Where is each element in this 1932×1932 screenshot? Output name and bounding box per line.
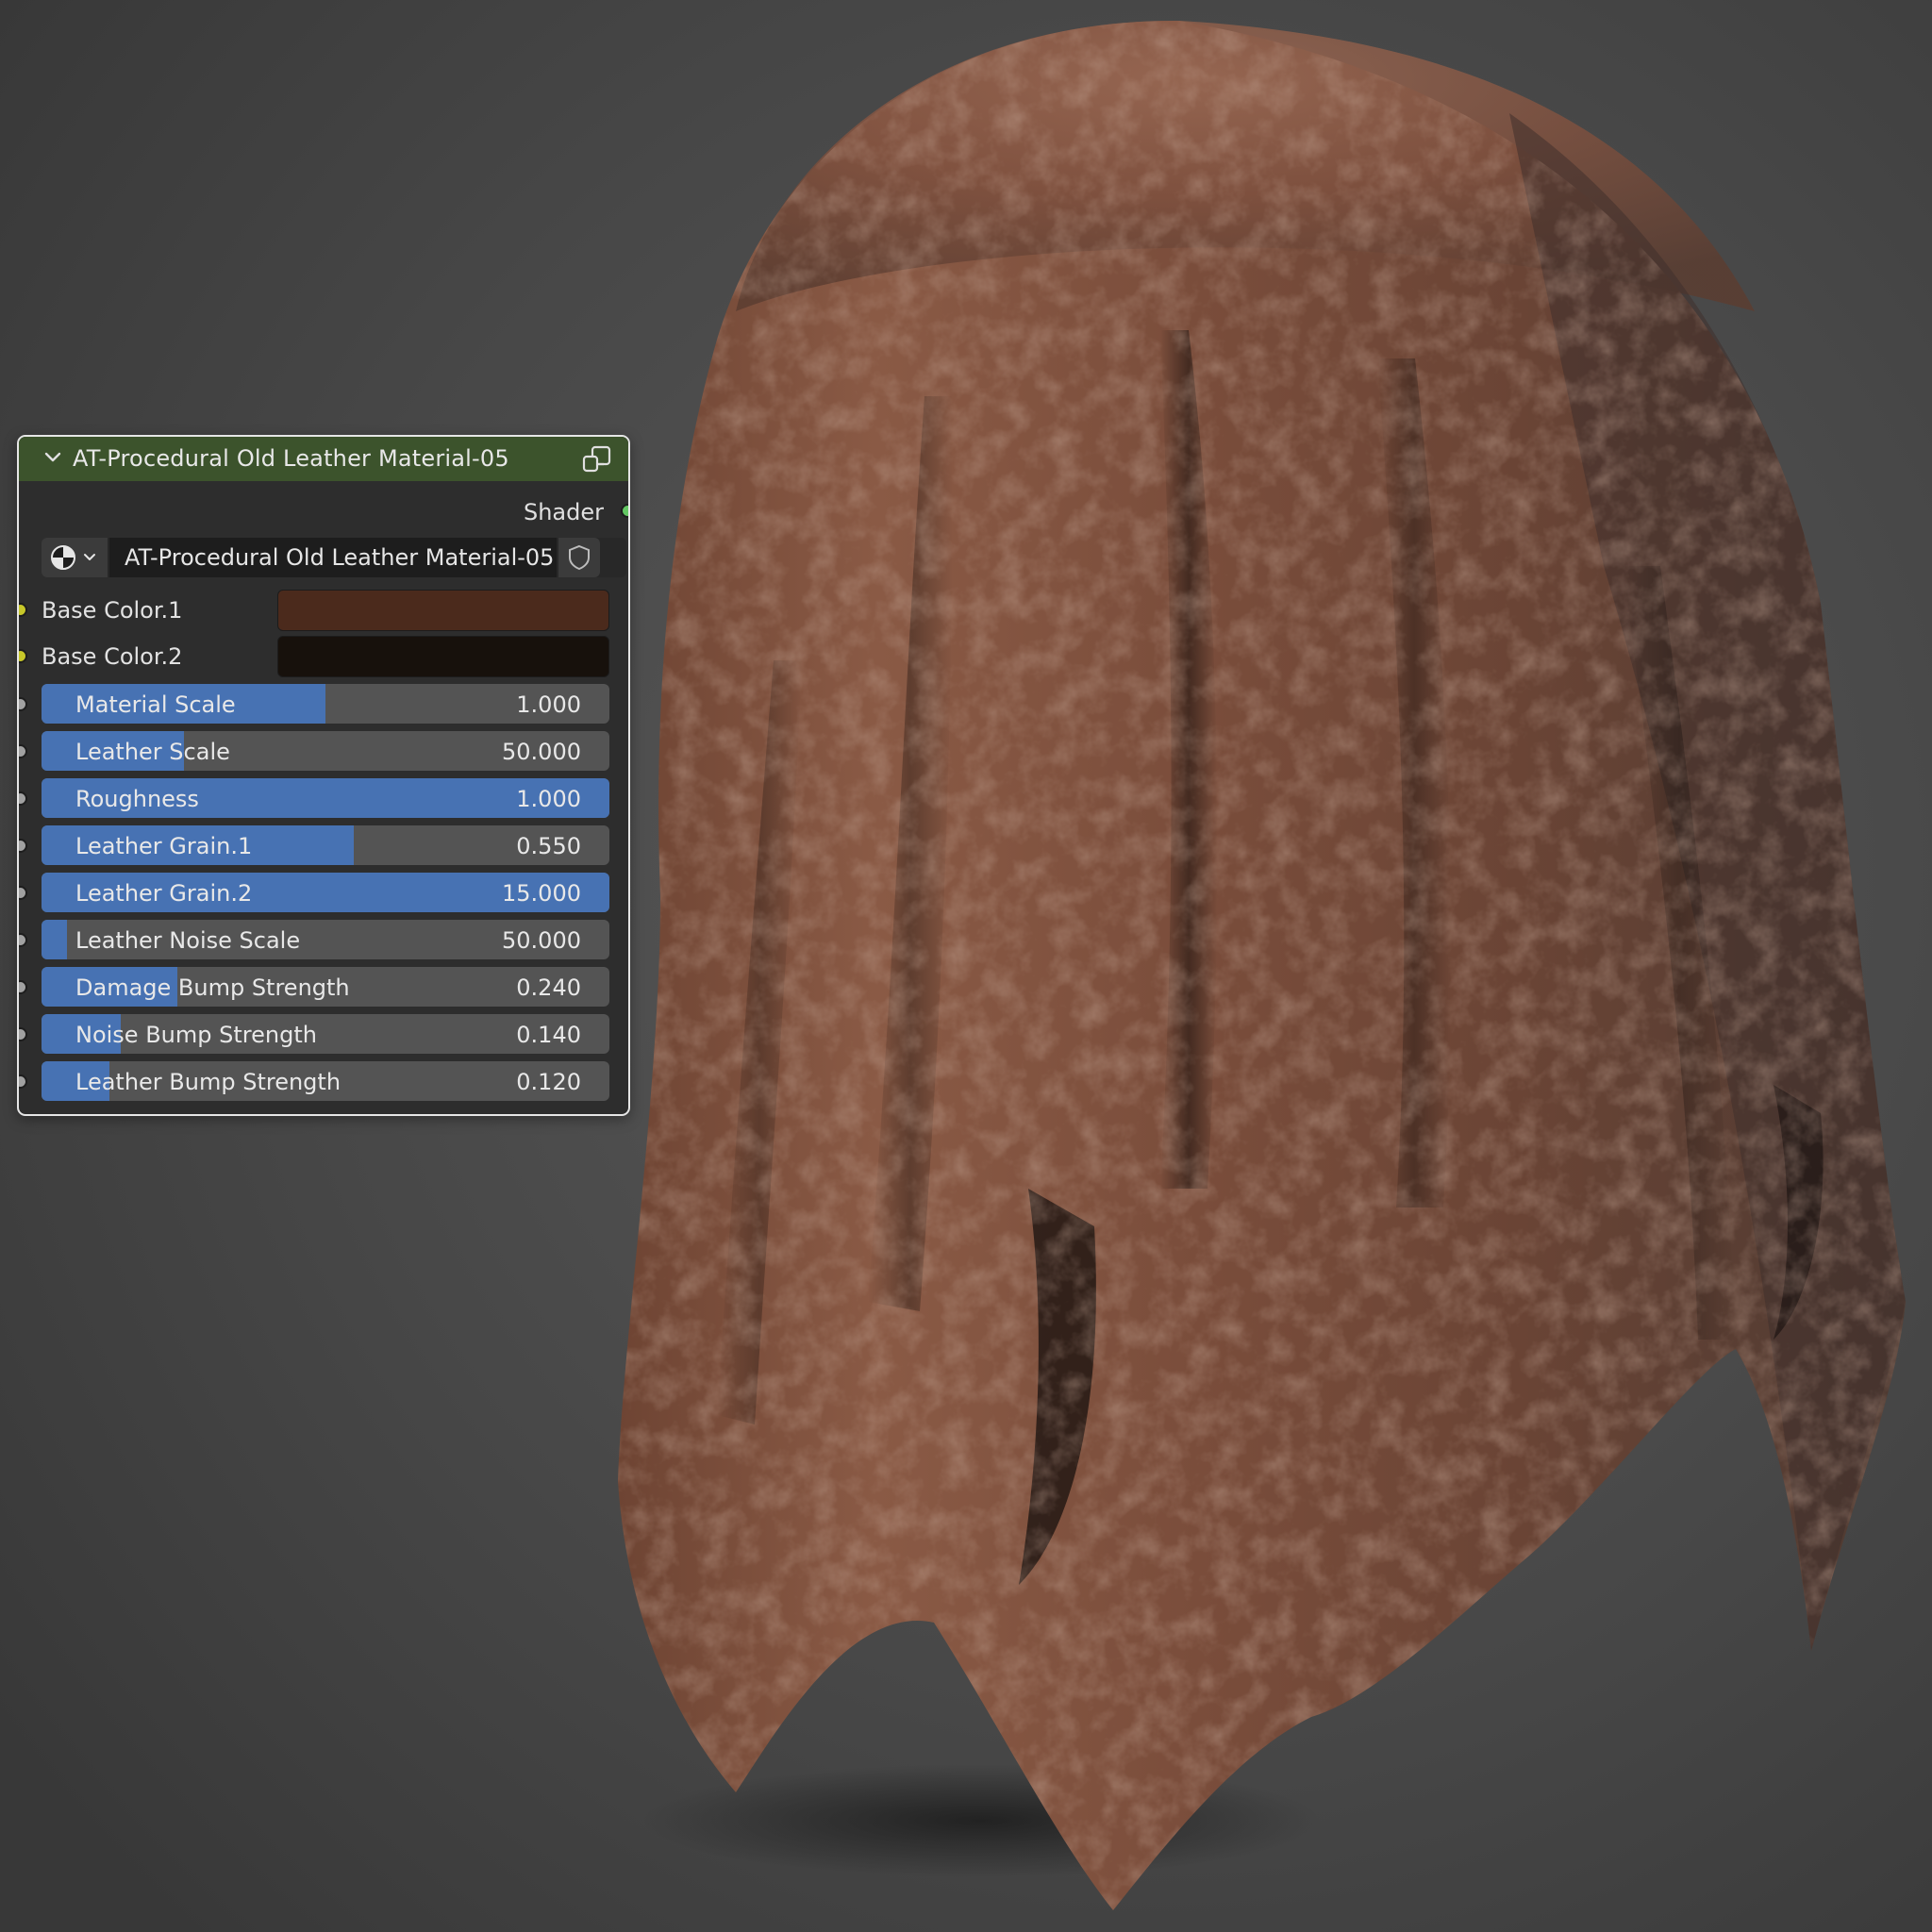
leather-bump-strength-row[interactable]: Leather Bump Strength 0.120	[19, 1061, 628, 1101]
leather-grain-2-value: 15.000	[502, 880, 581, 907]
shield-icon	[569, 544, 590, 571]
leather-scale-row[interactable]: Leather Scale 50.000	[19, 731, 628, 771]
roughness-socket[interactable]	[19, 791, 27, 806]
roughness-slider[interactable]: Roughness 1.000	[42, 778, 609, 818]
leather-noise-scale-row[interactable]: Leather Noise Scale 50.000	[19, 920, 628, 959]
noise-bump-strength-row[interactable]: Noise Bump Strength 0.140	[19, 1014, 628, 1054]
damage-bump-strength-slider[interactable]: Damage Bump Strength 0.240	[42, 967, 609, 1007]
material-scale-value: 1.000	[516, 691, 581, 718]
leather-scale-label: Leather Scale	[75, 739, 230, 765]
leather-grain-1-socket[interactable]	[19, 839, 27, 853]
node-title: AT-Procedural Old Leather Material-05	[73, 445, 509, 472]
material-datablock-selector[interactable]: AT-Procedural Old Leather Material-05	[42, 538, 626, 577]
material-scale-socket[interactable]	[19, 697, 27, 711]
material-scale-slider[interactable]: Material Scale 1.000	[42, 684, 609, 724]
leather-scale-socket[interactable]	[19, 744, 27, 758]
damage-bump-strength-socket[interactable]	[19, 980, 27, 994]
leather-grain-2-row[interactable]: Leather Grain.2 15.000	[19, 873, 628, 912]
leather-scale-value: 50.000	[502, 739, 581, 765]
material-name-field[interactable]: AT-Procedural Old Leather Material-05	[109, 538, 557, 577]
leather-grain-1-label: Leather Grain.1	[75, 833, 253, 859]
noise-bump-strength-socket[interactable]	[19, 1027, 27, 1041]
base-color-2-row[interactable]: Base Color.2	[19, 636, 628, 677]
noise-bump-strength-value: 0.140	[516, 1022, 581, 1048]
collapse-chevron-icon[interactable]	[42, 446, 64, 469]
base-color-2-swatch[interactable]	[277, 636, 609, 677]
roughness-row[interactable]: Roughness 1.000	[19, 778, 628, 818]
leather-grain-1-value: 0.550	[516, 833, 581, 859]
base-color-1-label: Base Color.1	[42, 597, 183, 624]
base-color-2-label: Base Color.2	[42, 643, 183, 670]
leather-bump-strength-socket[interactable]	[19, 1074, 27, 1089]
leather-bump-strength-value: 0.120	[516, 1069, 581, 1095]
leather-noise-scale-socket[interactable]	[19, 933, 27, 947]
leather-noise-scale-fill	[42, 920, 68, 959]
material-sphere-icon	[51, 545, 95, 570]
fake-user-button[interactable]	[558, 538, 600, 577]
leather-grain-1-row[interactable]: Leather Grain.1 0.550	[19, 825, 628, 865]
leather-bump-strength-slider[interactable]: Leather Bump Strength 0.120	[42, 1061, 609, 1101]
material-scale-row[interactable]: Material Scale 1.000	[19, 684, 628, 724]
browse-material-button[interactable]	[42, 538, 108, 577]
roughness-value: 1.000	[516, 786, 581, 812]
base-color-1-row[interactable]: Base Color.1	[19, 590, 628, 631]
leather-grain-2-socket[interactable]	[19, 886, 27, 900]
leather-noise-scale-value: 50.000	[502, 927, 581, 954]
node-header[interactable]: AT-Procedural Old Leather Material-05	[19, 437, 628, 481]
node-group-panel[interactable]: AT-Procedural Old Leather Material-05 Sh…	[17, 435, 630, 1116]
leather-grain-2-label: Leather Grain.2	[75, 880, 253, 907]
damage-bump-strength-row[interactable]: Damage Bump Strength 0.240	[19, 967, 628, 1007]
material-scale-label: Material Scale	[75, 691, 236, 718]
base-color-1-socket[interactable]	[19, 603, 27, 617]
leather-scale-slider[interactable]: Leather Scale 50.000	[42, 731, 609, 771]
leather-noise-scale-slider[interactable]: Leather Noise Scale 50.000	[42, 920, 609, 959]
base-color-1-swatch[interactable]	[277, 590, 609, 631]
leather-grain-2-slider[interactable]: Leather Grain.2 15.000	[42, 873, 609, 912]
noise-bump-strength-slider[interactable]: Noise Bump Strength 0.140	[42, 1014, 609, 1054]
shader-output-label: Shader	[523, 499, 604, 525]
damage-bump-strength-value: 0.240	[516, 974, 581, 1001]
roughness-label: Roughness	[75, 786, 199, 812]
leather-grain-1-slider[interactable]: Leather Grain.1 0.550	[42, 825, 609, 865]
damage-bump-strength-label: Damage Bump Strength	[75, 974, 350, 1001]
node-group-icon[interactable]	[581, 444, 613, 475]
base-color-2-socket[interactable]	[19, 649, 27, 663]
leather-bump-strength-label: Leather Bump Strength	[75, 1069, 341, 1095]
leather-noise-scale-label: Leather Noise Scale	[75, 927, 301, 954]
shader-output-socket[interactable]	[621, 504, 628, 518]
noise-bump-strength-label: Noise Bump Strength	[75, 1022, 317, 1048]
